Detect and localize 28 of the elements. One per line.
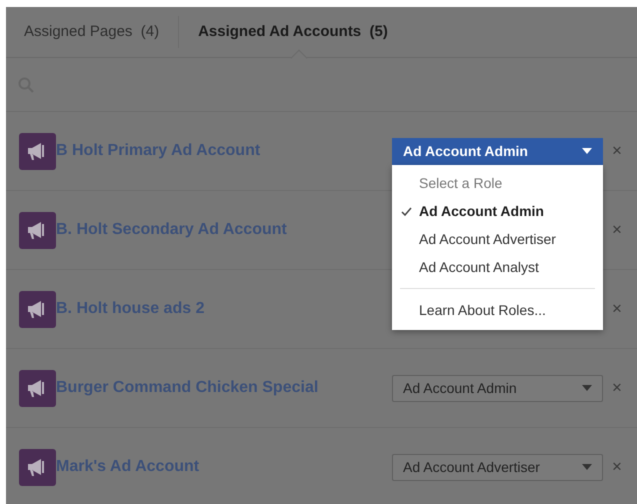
remove-button[interactable]: × — [603, 299, 631, 319]
remove-button[interactable]: × — [603, 457, 631, 477]
tab[interactable]: Assigned Ad Accounts (5) — [198, 7, 388, 57]
account-name[interactable]: B. Holt Secondary Ad Account — [56, 221, 287, 239]
tab[interactable]: Assigned Pages (4) — [24, 7, 160, 57]
role-dropdown[interactable]: Ad Account Advertiser — [392, 454, 603, 480]
role-dropdown[interactable]: Ad Account Admin — [392, 374, 603, 402]
role-dropdown[interactable]: Ad Account Admin — [392, 138, 603, 164]
megaphone-icon — [19, 132, 56, 170]
remove-button[interactable]: × — [603, 378, 631, 398]
megaphone-icon — [19, 290, 56, 328]
remove-button[interactable]: × — [603, 141, 631, 161]
megaphone-icon — [19, 370, 56, 406]
caret-icon — [582, 385, 592, 391]
account-name[interactable]: Burger Command Chicken Special — [56, 379, 318, 397]
account-name[interactable]: Mark's Ad Account — [56, 458, 200, 476]
remove-button[interactable]: × — [603, 220, 631, 240]
menu-option[interactable]: Ad Account Analyst — [392, 252, 603, 280]
megaphone-icon — [19, 212, 56, 248]
menu-option[interactable]: Ad Account Advertiser — [392, 224, 603, 252]
caret-icon — [582, 148, 592, 154]
account-name[interactable]: B. Holt house ads 2 — [56, 300, 204, 318]
menu-header: Select a Role — [418, 174, 504, 192]
menu-option[interactable]: Ad Account Admin — [392, 196, 603, 224]
account-name[interactable]: B Holt Primary Ad Account — [56, 142, 260, 160]
caret-icon — [582, 464, 592, 470]
menu-link[interactable]: Learn About Roles... — [392, 296, 603, 324]
megaphone-icon — [19, 448, 56, 486]
